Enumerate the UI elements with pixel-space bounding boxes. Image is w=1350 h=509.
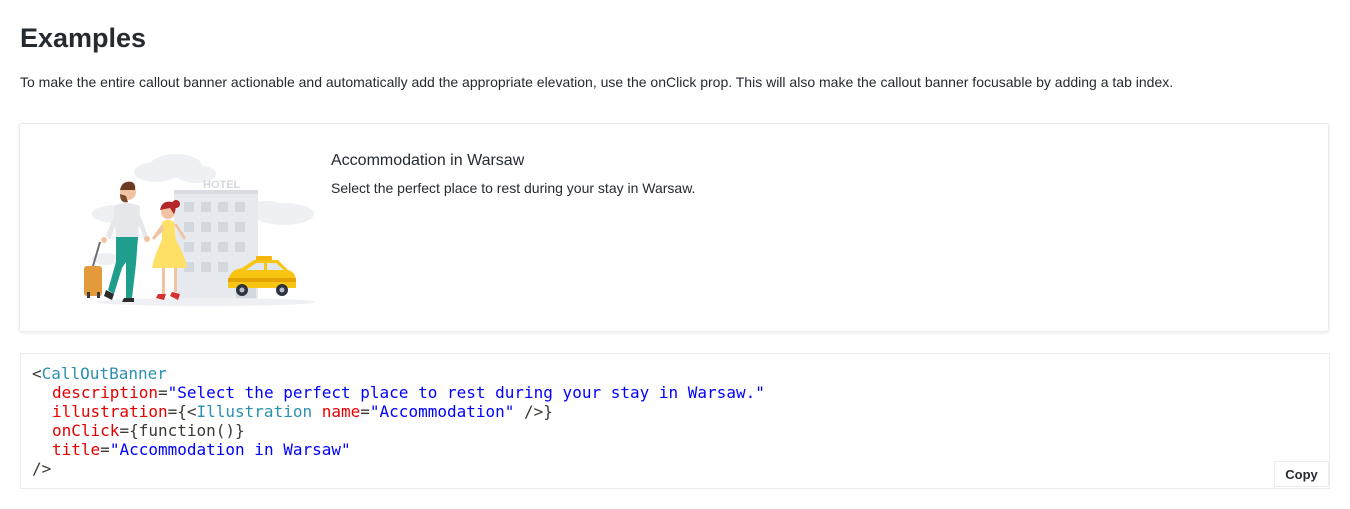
code-punctuation: < bbox=[32, 364, 42, 383]
code-value-name: "Accommodation" bbox=[369, 402, 515, 421]
code-equals: = bbox=[360, 402, 370, 421]
callout-banner[interactable]: HOTEL Accommodation in Warsaw Select the… bbox=[19, 123, 1329, 332]
code-attr-onclick: onClick bbox=[52, 421, 120, 440]
code-attr-name: name bbox=[321, 402, 361, 421]
code-line: description="Select the perfect place to… bbox=[32, 383, 1318, 402]
code-line: illustration={<Illustration name="Accomm… bbox=[32, 402, 1318, 421]
copy-button[interactable]: Copy bbox=[1274, 461, 1329, 487]
code-punctuation: ={< bbox=[167, 402, 197, 421]
code-line: /> bbox=[32, 459, 1318, 478]
accommodation-illustration: HOTEL bbox=[84, 154, 316, 306]
code-value-description: "Select the perfect place to rest during… bbox=[167, 383, 765, 402]
code-attr-description: description bbox=[52, 383, 158, 402]
code-component-name: CallOutBanner bbox=[41, 364, 167, 383]
code-equals: = bbox=[100, 440, 110, 459]
code-value-title: "Accommodation in Warsaw" bbox=[109, 440, 351, 459]
code-line: <CallOutBanner bbox=[32, 364, 1318, 383]
code-punctuation: /> bbox=[32, 459, 52, 478]
code-punctuation: />} bbox=[514, 402, 553, 421]
code-value-onclick: ={function()} bbox=[119, 421, 245, 440]
code-attr-illustration: illustration bbox=[52, 402, 168, 421]
code-line: onClick={function()} bbox=[32, 421, 1318, 440]
code-line: title="Accommodation in Warsaw" bbox=[32, 440, 1318, 459]
banner-title: Accommodation in Warsaw bbox=[331, 152, 525, 169]
code-illustration-component: Illustration bbox=[196, 402, 313, 421]
code-block[interactable]: <CallOutBanner description="Select the pe… bbox=[20, 353, 1330, 489]
intro-text: To make the entire callout banner action… bbox=[20, 74, 1174, 90]
page-title: Examples bbox=[20, 23, 147, 53]
code-attr-title: title bbox=[52, 440, 101, 459]
hotel-sign-text: HOTEL bbox=[203, 179, 241, 191]
code-equals: = bbox=[157, 383, 168, 402]
banner-description: Select the perfect place to rest during … bbox=[331, 180, 696, 196]
